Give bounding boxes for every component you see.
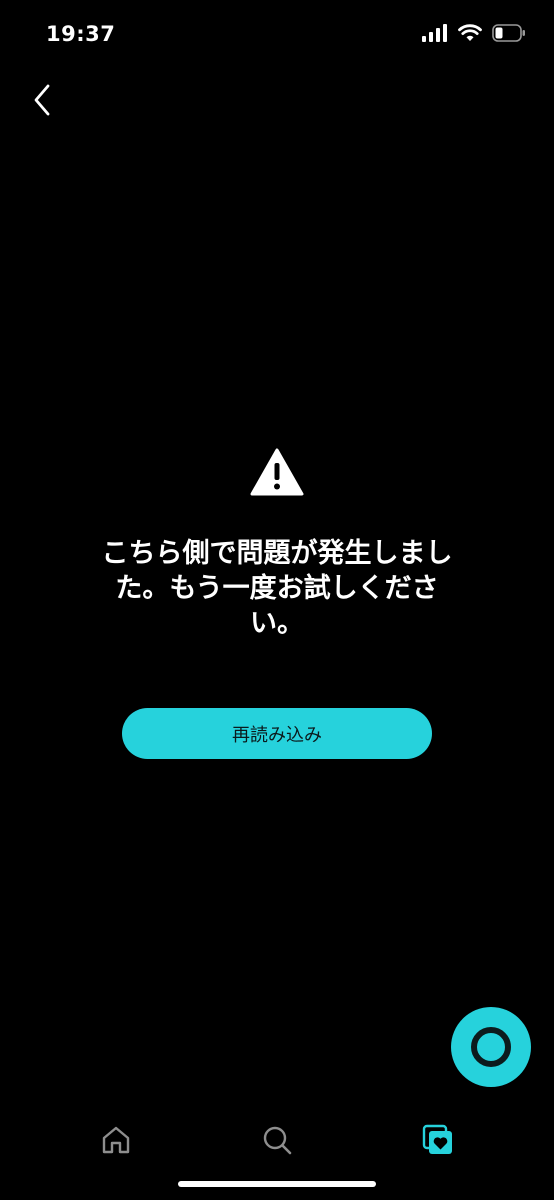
nav-library[interactable] bbox=[418, 1122, 458, 1162]
error-message: こちら側で問題が発生しました。もう一度お試しください。 bbox=[101, 538, 453, 639]
back-button[interactable] bbox=[22, 80, 62, 124]
warning-triangle-icon bbox=[250, 448, 304, 496]
status-icons bbox=[422, 24, 526, 46]
search-icon bbox=[261, 1124, 293, 1160]
status-time: 19:37 bbox=[46, 22, 116, 46]
reload-button[interactable]: 再読み込み bbox=[122, 708, 432, 759]
bottom-nav bbox=[0, 1112, 554, 1172]
status-bar: 19:37 bbox=[0, 0, 554, 70]
alexa-ring-icon bbox=[471, 1027, 511, 1067]
library-heart-icon bbox=[421, 1123, 455, 1161]
chevron-left-icon bbox=[31, 83, 53, 121]
battery-icon bbox=[492, 24, 526, 46]
home-indicator bbox=[178, 1181, 376, 1187]
error-block: こちら側で問題が発生しました。もう一度お試しください。 bbox=[0, 448, 554, 641]
wifi-icon bbox=[458, 24, 482, 46]
nav-search[interactable] bbox=[257, 1122, 297, 1162]
nav-home[interactable] bbox=[96, 1122, 136, 1162]
home-icon bbox=[100, 1124, 132, 1160]
alexa-button[interactable] bbox=[451, 1007, 531, 1087]
cellular-signal-icon bbox=[422, 24, 448, 46]
